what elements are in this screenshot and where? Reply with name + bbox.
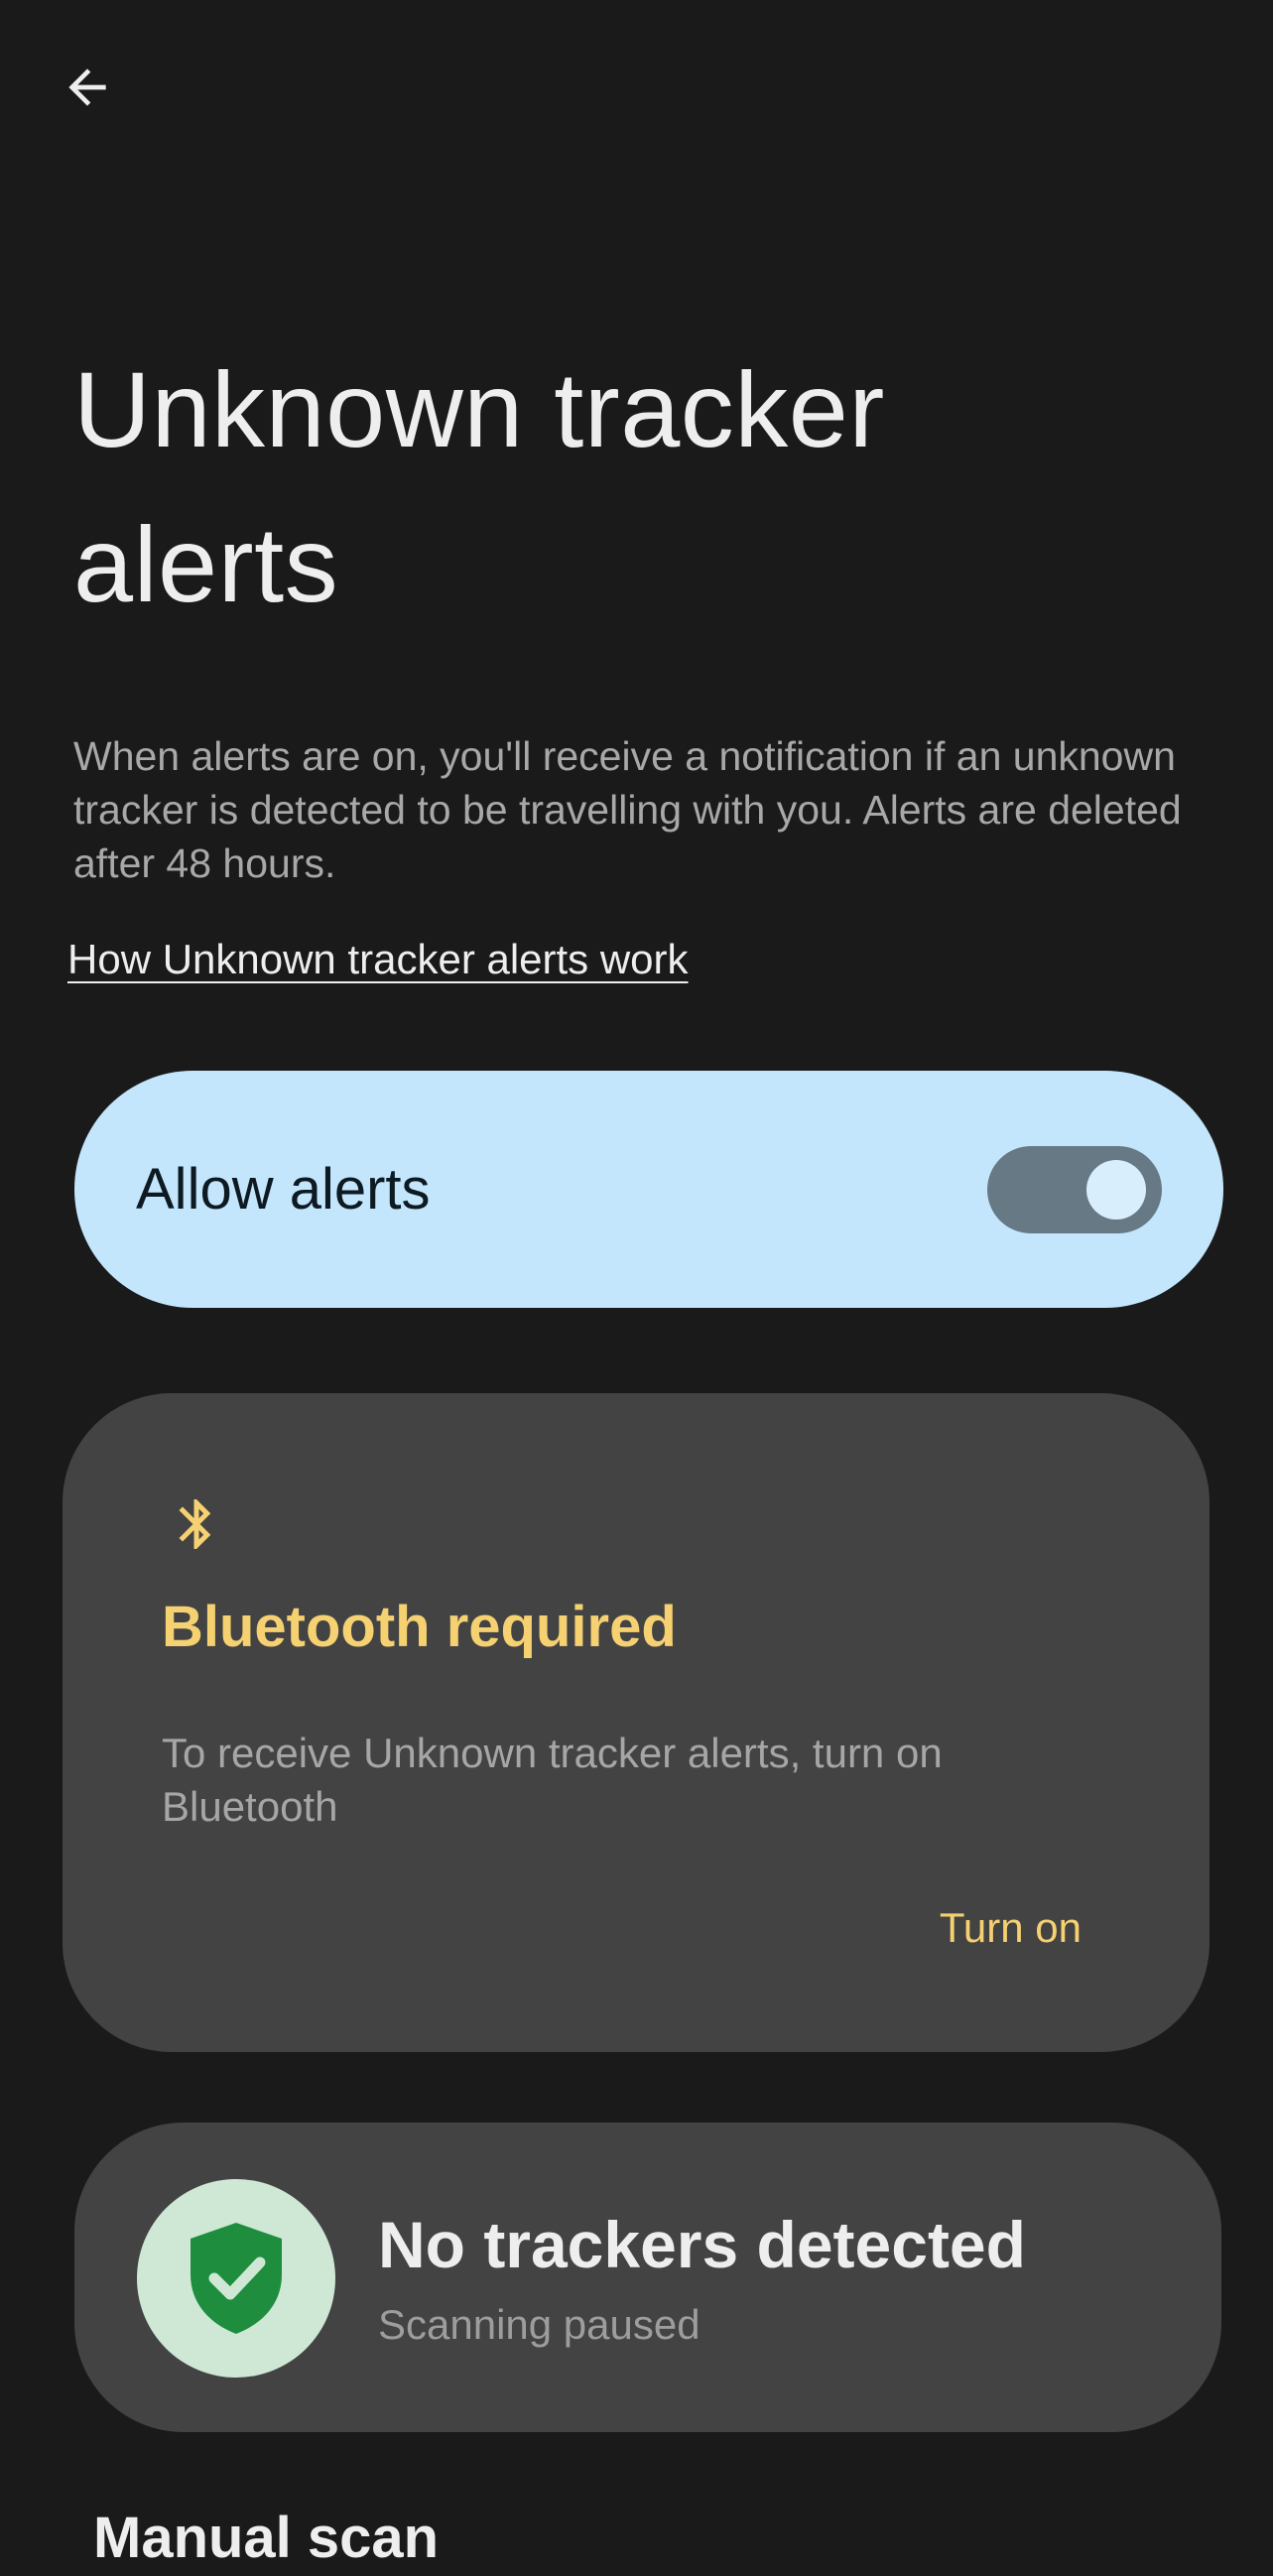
- manual-scan-heading: Manual scan: [93, 2506, 440, 2570]
- shield-icon-container: [137, 2179, 335, 2378]
- allow-alerts-row[interactable]: Allow alerts: [74, 1071, 1223, 1308]
- page-description: When alerts are on, you'll receive a not…: [73, 733, 1182, 886]
- how-it-works-link[interactable]: How Unknown tracker alerts work: [67, 931, 689, 988]
- bluetooth-required-body: To receive Unknown tracker alerts, turn …: [162, 1730, 943, 1830]
- allow-alerts-label: Allow alerts: [136, 1157, 431, 1222]
- back-button[interactable]: [40, 40, 135, 135]
- toggle-knob: [1086, 1159, 1146, 1220]
- status-title: No trackers detected: [378, 2208, 1026, 2281]
- shield-check-icon: [191, 2223, 282, 2334]
- bluetooth-icon: [179, 1499, 211, 1549]
- page-title: Unknown tracker alerts: [73, 349, 885, 624]
- turn-on-bluetooth-button[interactable]: Turn on: [903, 1897, 1082, 1959]
- allow-alerts-toggle[interactable]: [987, 1145, 1162, 1233]
- arrow-back-icon: [68, 68, 106, 106]
- bluetooth-required-title: Bluetooth required: [162, 1595, 677, 1659]
- status-subtitle: Scanning paused: [378, 2301, 700, 2348]
